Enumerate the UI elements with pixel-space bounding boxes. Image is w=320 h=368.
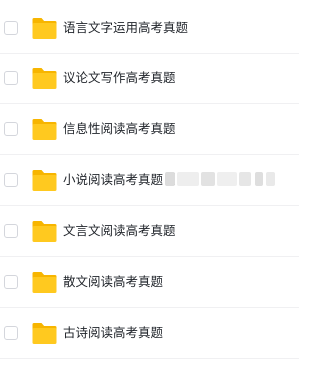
row-checkbox[interactable] bbox=[4, 275, 18, 289]
file-name[interactable]: 语言文字运用高考真题 bbox=[63, 19, 188, 37]
row-checkbox[interactable] bbox=[4, 326, 18, 340]
row-checkbox[interactable] bbox=[4, 224, 18, 238]
folder-icon bbox=[32, 321, 57, 344]
folder-icon bbox=[32, 16, 57, 39]
file-name[interactable]: 信息性阅读高考真题 bbox=[63, 120, 176, 138]
folder-icon bbox=[32, 117, 57, 140]
file-name[interactable]: 小说阅读高考真题【 bbox=[63, 171, 176, 189]
file-name[interactable]: 古诗阅读高考真题 bbox=[63, 324, 163, 342]
folder-icon bbox=[32, 219, 57, 242]
row-checkbox[interactable] bbox=[4, 173, 18, 187]
file-name[interactable]: 散文阅读高考真题 bbox=[63, 273, 163, 291]
list-item[interactable]: 散文阅读高考真题 bbox=[0, 257, 299, 308]
redacted-text-blur bbox=[165, 172, 277, 186]
file-list: 语言文字运用高考真题 议论文写作高考真题 信息性阅读高考真题 小说阅读高考真题【… bbox=[0, 0, 299, 368]
list-item[interactable]: 古诗阅读高考真题 bbox=[0, 308, 299, 359]
list-item[interactable]: 小说阅读高考真题【 bbox=[0, 155, 299, 206]
list-item[interactable]: 议论文写作高考真题 bbox=[0, 53, 299, 104]
folder-icon bbox=[32, 168, 57, 191]
list-item[interactable]: 文言文阅读高考真题 bbox=[0, 206, 299, 257]
row-checkbox[interactable] bbox=[4, 21, 18, 35]
row-checkbox[interactable] bbox=[4, 71, 18, 85]
file-name[interactable]: 议论文写作高考真题 bbox=[63, 69, 176, 87]
list-item[interactable]: 信息性阅读高考真题 bbox=[0, 104, 299, 155]
folder-icon bbox=[32, 66, 57, 89]
row-checkbox[interactable] bbox=[4, 122, 18, 136]
file-name[interactable]: 文言文阅读高考真题 bbox=[63, 222, 176, 240]
list-item[interactable]: 语言文字运用高考真题 bbox=[0, 3, 299, 54]
folder-icon bbox=[32, 270, 57, 293]
